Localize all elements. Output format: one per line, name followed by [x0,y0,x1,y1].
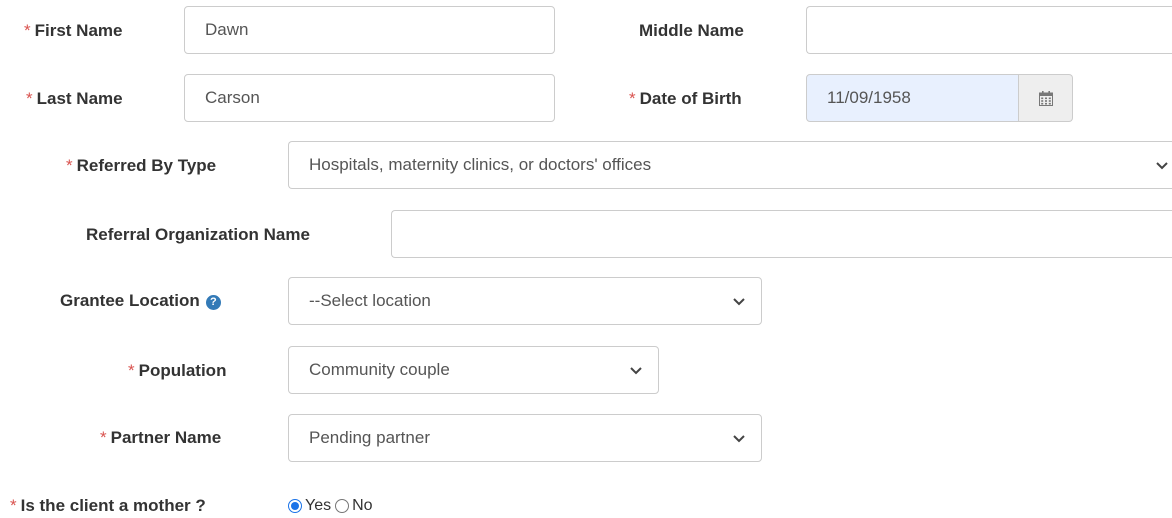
required-marker: * [128,361,135,380]
partner-name-select[interactable]: Pending partner [288,414,762,462]
no-radio[interactable] [335,499,350,513]
calendar-icon [1038,90,1053,106]
is-mother-label: * Is the client a mother ? [10,496,206,515]
first-name-field[interactable]: Dawn [184,6,555,54]
help-icon[interactable]: ? [205,295,221,310]
last-name-label: * Last Name [26,89,123,108]
referral-org-name-field[interactable] [391,210,1172,258]
grantee-location-label: Grantee Location? [60,291,221,311]
required-marker: * [24,21,31,40]
is-mother-radio-group: Yes No [288,496,373,516]
required-marker: * [10,496,17,515]
middle-name-field[interactable] [806,6,1172,54]
required-marker: * [66,156,73,175]
yes-radio[interactable] [288,499,302,513]
grantee-location-select[interactable]: --Select location [288,277,762,325]
yes-radio-label[interactable]: Yes [305,497,331,515]
first-name-label: * First Name [24,21,123,40]
date-of-birth-field[interactable]: 11/09/1958 [806,74,1019,122]
population-select[interactable]: Community couple [288,346,659,394]
chevron-down-icon [733,298,745,306]
date-picker-button[interactable] [1019,74,1073,122]
chevron-down-icon [1156,162,1168,170]
date-of-birth-label: * Date of Birth [629,89,742,108]
middle-name-label: Middle Name [639,21,744,40]
referred-by-type-select[interactable]: Hospitals, maternity clinics, or doctors… [288,141,1172,189]
last-name-field[interactable]: Carson [184,74,555,122]
required-marker: * [26,89,33,108]
chevron-down-icon [733,435,745,443]
referral-org-name-label: Referral Organization Name [86,225,310,244]
partner-name-label: * Partner Name [100,428,222,447]
required-marker: * [100,428,107,447]
referred-by-type-label: * Referred By Type [66,156,217,175]
no-radio-label[interactable]: No [352,497,372,515]
population-label: * Population [128,361,227,380]
chevron-down-icon [630,367,642,375]
required-marker: * [629,89,636,108]
